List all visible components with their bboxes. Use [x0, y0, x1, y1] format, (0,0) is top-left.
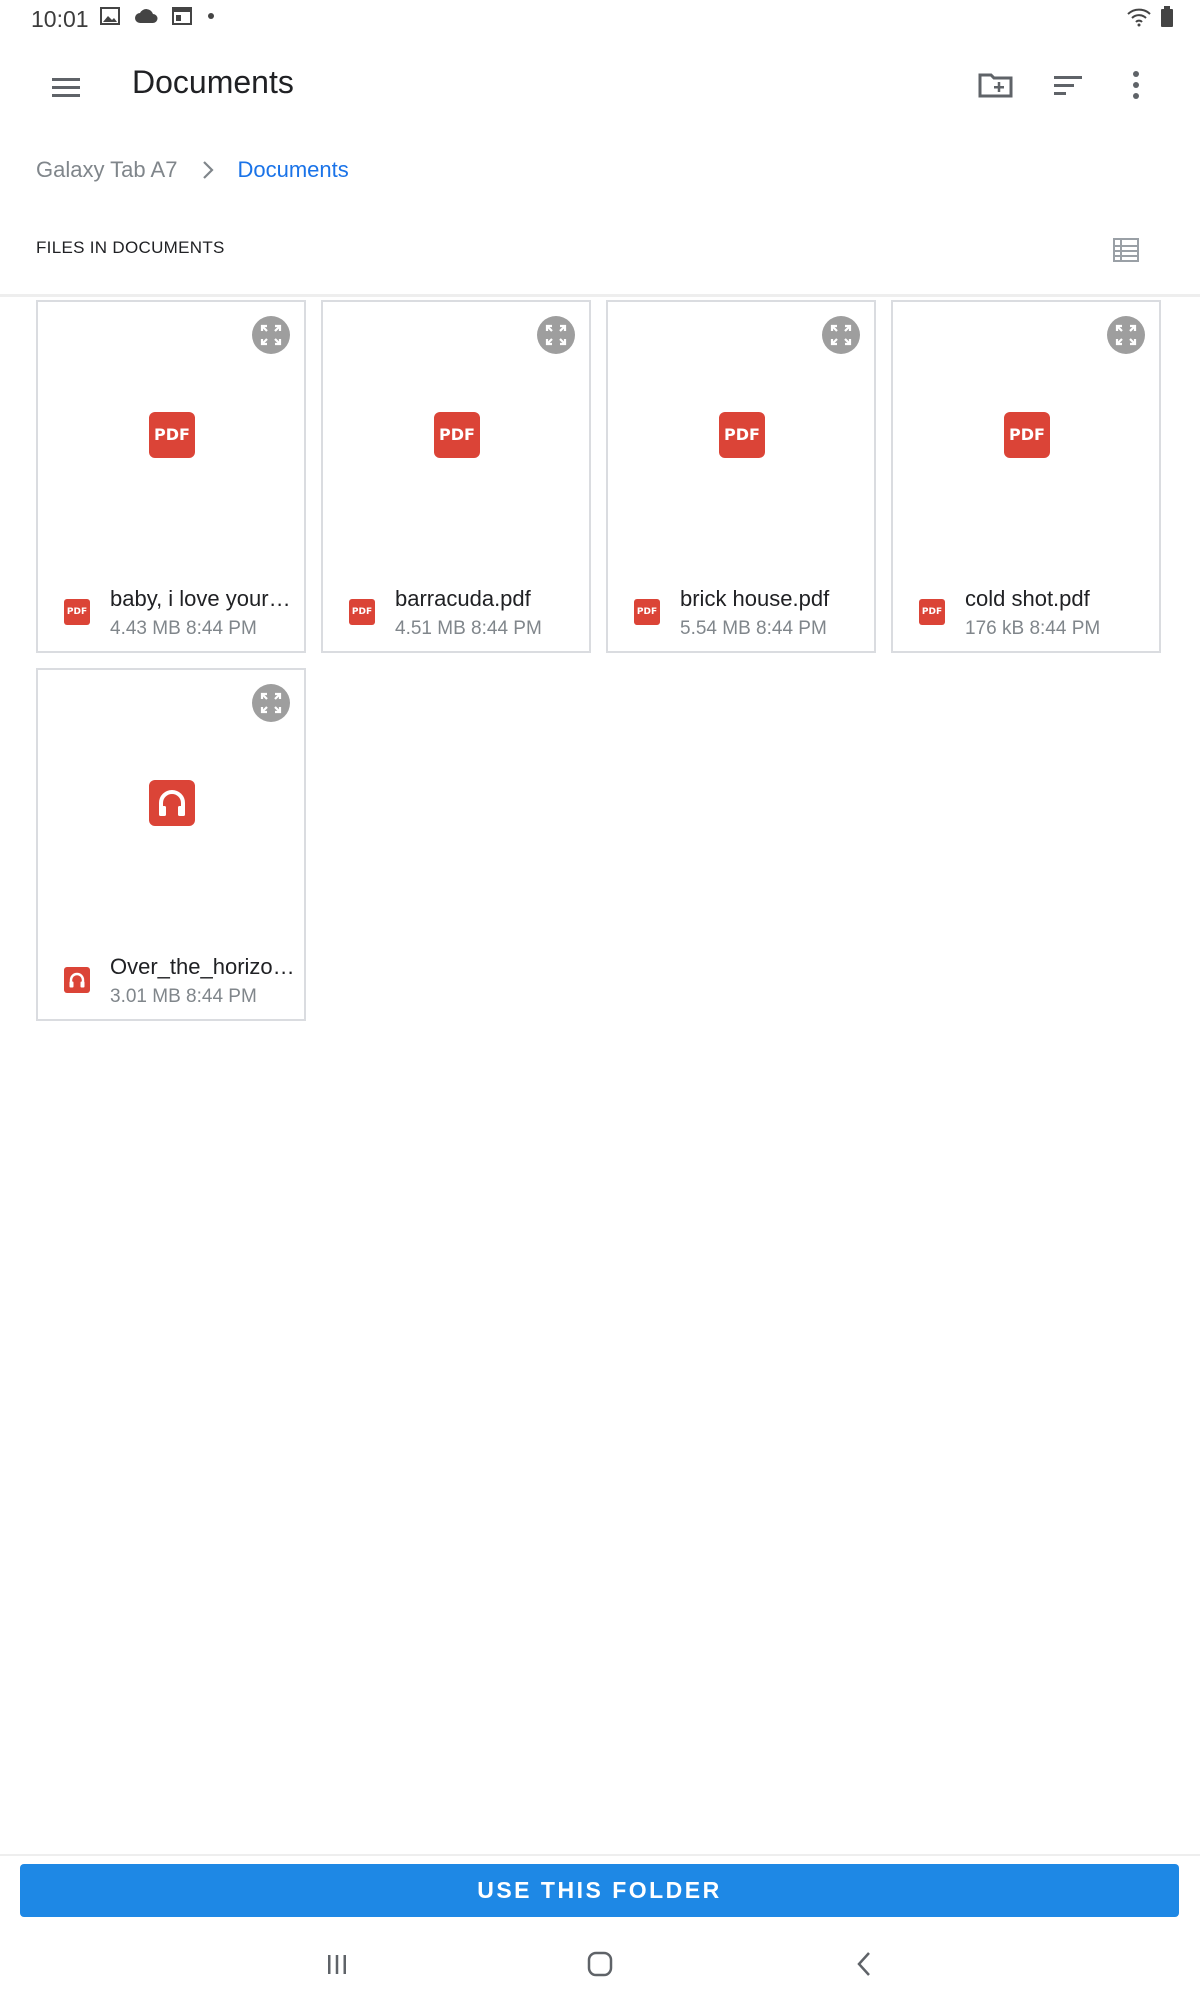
file-size: 176 kB	[965, 618, 1025, 639]
pdf-file-icon: PDF	[719, 412, 765, 458]
sort-button[interactable]	[1046, 63, 1090, 107]
file-time: 8:44 PM	[1029, 618, 1101, 639]
file-meta: 4.43 MB 8:44 PM	[110, 618, 257, 640]
menu-icon	[52, 78, 80, 97]
calendar-icon	[172, 7, 192, 25]
cloud-icon	[135, 9, 158, 23]
wifi-icon	[1127, 8, 1151, 27]
pdf-label: PDF	[439, 425, 475, 444]
footer-divider	[0, 1854, 1200, 1856]
expand-button[interactable]	[252, 684, 290, 722]
file-size: 4.43 MB	[110, 618, 181, 639]
file-name: baby, i love your…	[110, 586, 291, 611]
breadcrumb-current[interactable]: Documents	[237, 157, 348, 183]
expand-button[interactable]	[1107, 316, 1145, 354]
dot-icon	[208, 13, 214, 19]
expand-button[interactable]	[822, 316, 860, 354]
audio-type-icon	[64, 967, 90, 993]
file-card[interactable]: PDF PDF brick house.pdf 5.54 MB 8:44 PM	[606, 300, 876, 653]
pdf-type-icon: PDF	[634, 599, 660, 625]
audio-file-icon	[149, 780, 195, 826]
recent-apps-icon	[328, 1955, 346, 1974]
file-meta: 5.54 MB 8:44 PM	[680, 618, 827, 640]
system-nav-bar	[0, 1930, 1200, 2000]
menu-button[interactable]	[44, 65, 88, 109]
section-title: FILES IN DOCUMENTS	[36, 238, 225, 257]
recent-apps-button[interactable]	[313, 1942, 361, 1986]
battery-icon	[1161, 6, 1173, 27]
file-time: 8:44 PM	[186, 618, 257, 639]
pdf-label: PDF	[154, 425, 190, 444]
files-section-header: FILES IN DOCUMENTS	[0, 222, 1200, 297]
file-size: 3.01 MB	[110, 986, 181, 1007]
page-title: Documents	[132, 64, 294, 100]
headphones-icon	[69, 972, 85, 988]
pdf-file-icon: PDF	[149, 412, 195, 458]
status-system-icons	[1126, 6, 1174, 28]
file-size: 5.54 MB	[680, 618, 751, 639]
file-name: barracuda.pdf	[395, 586, 531, 611]
pdf-label: PDF	[636, 607, 658, 617]
file-name: brick house.pdf	[680, 586, 830, 611]
file-card[interactable]: PDF PDF cold shot.pdf 176 kB 8:44 PM	[891, 300, 1161, 653]
pdf-label: PDF	[1009, 425, 1045, 444]
image-icon	[100, 7, 120, 25]
pdf-type-icon: PDF	[349, 599, 375, 625]
more-options-button[interactable]	[1114, 63, 1158, 107]
breadcrumb: Galaxy Tab A7 Documents	[36, 150, 349, 190]
file-card[interactable]: PDF PDF baby, i love your… 4.43 MB 8:44 …	[36, 300, 306, 653]
expand-icon	[260, 324, 282, 346]
home-icon	[587, 1951, 613, 1977]
expand-icon	[545, 324, 567, 346]
use-this-folder-button[interactable]: USE THIS FOLDER	[20, 1864, 1179, 1917]
expand-icon	[260, 692, 282, 714]
pdf-label: PDF	[921, 607, 943, 617]
chevron-right-icon	[203, 161, 215, 179]
back-button[interactable]	[840, 1942, 888, 1986]
expand-button[interactable]	[252, 316, 290, 354]
file-meta: 176 kB 8:44 PM	[965, 618, 1100, 640]
file-time: 8:44 PM	[756, 618, 827, 639]
expand-button[interactable]	[537, 316, 575, 354]
breadcrumb-root[interactable]: Galaxy Tab A7	[36, 157, 177, 183]
status-time: 10:01	[31, 6, 89, 32]
file-time: 8:44 PM	[471, 618, 542, 639]
home-button[interactable]	[576, 1942, 624, 1986]
status-bar: 10:01	[0, 0, 1200, 40]
headphones-icon	[159, 790, 185, 816]
file-meta: 3.01 MB 8:44 PM	[110, 986, 257, 1008]
more-vert-icon	[1133, 71, 1139, 99]
pdf-type-icon: PDF	[919, 599, 945, 625]
sort-icon	[1054, 76, 1082, 95]
status-notification-icons	[100, 6, 216, 26]
pdf-file-icon: PDF	[434, 412, 480, 458]
expand-icon	[1115, 324, 1137, 346]
file-size: 4.51 MB	[395, 618, 466, 639]
file-card[interactable]: Over_the_horizo… 3.01 MB 8:44 PM	[36, 668, 306, 1021]
back-icon	[857, 1952, 870, 1976]
list-view-icon	[1113, 238, 1139, 262]
new-folder-icon	[978, 73, 1013, 98]
file-name: cold shot.pdf	[965, 586, 1090, 611]
pdf-label: PDF	[66, 607, 88, 617]
pdf-file-icon: PDF	[1004, 412, 1050, 458]
file-time: 8:44 PM	[186, 986, 257, 1007]
file-meta: 4.51 MB 8:44 PM	[395, 618, 542, 640]
pdf-type-icon: PDF	[64, 599, 90, 625]
pdf-label: PDF	[351, 607, 373, 617]
list-view-toggle[interactable]	[1110, 234, 1142, 266]
file-name: Over_the_horizo…	[110, 954, 295, 979]
expand-icon	[830, 324, 852, 346]
pdf-label: PDF	[724, 425, 760, 444]
app-bar: Documents	[0, 40, 1200, 130]
new-folder-button[interactable]	[974, 63, 1018, 107]
file-card[interactable]: PDF PDF barracuda.pdf 4.51 MB 8:44 PM	[321, 300, 591, 653]
